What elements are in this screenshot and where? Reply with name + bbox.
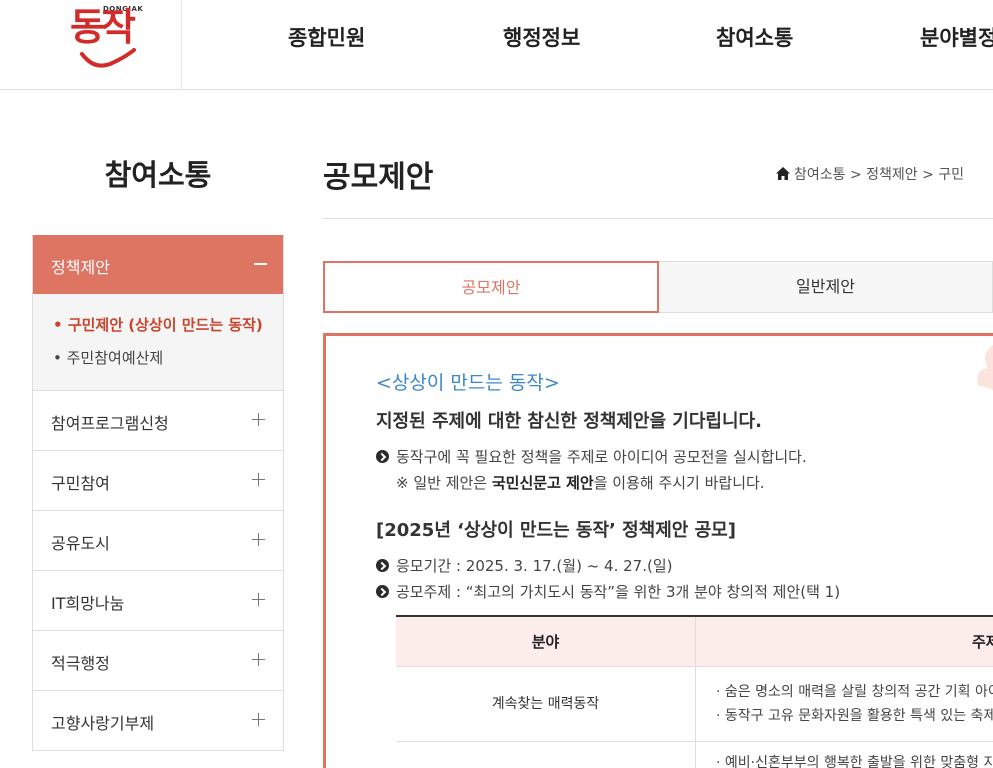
sidebar-title: 참여소통: [104, 158, 212, 192]
tab-general-proposal[interactable]: 일반제안: [659, 261, 993, 313]
table-row: · 예비·신혼부부의 행복한 출발을 위한 맞춤형 지원: [396, 742, 993, 768]
page-title: 공모제안: [323, 160, 434, 195]
tab-contest-proposal[interactable]: 공모제안: [323, 261, 659, 313]
sidebar-item-label: IT희망나눔: [51, 594, 125, 613]
sidebar-submenu: • 구민제안 (상상이 만드는 동작) • 주민참여예산제: [33, 294, 283, 391]
expand-icon: [252, 593, 265, 606]
chevron-circle-icon: [376, 585, 389, 598]
table-header-cell: 분야: [396, 617, 696, 667]
expand-icon: [252, 653, 265, 666]
collapse-icon: [254, 263, 267, 265]
decoration-graphic: [977, 345, 993, 390]
bullet-text: 응모기간 : 2025. 3. 17.(월) ~ 4. 27.(일): [396, 557, 673, 575]
table-cell-topic: · 숨은 명소의 매력을 살릴 창의적 공간 기획 아이디어 · 동작구 고유 …: [716, 680, 993, 728]
title-divider: [323, 218, 993, 219]
breadcrumb: 참여소통 > 정책제안 > 구민: [776, 164, 964, 184]
sidebar-menu: 정책제안 • 구민제안 (상상이 만드는 동작) • 주민참여예산제 참여프로그…: [32, 235, 284, 751]
logo-swoosh-icon: [80, 48, 136, 68]
submenu-label: 구민제안 (상상이 만드는 동작): [67, 316, 263, 334]
sidebar-item-program-application[interactable]: 참여프로그램신청: [33, 391, 283, 451]
table-cell-field: 계속찾는 매력동작: [396, 667, 696, 742]
submenu-item-resident-proposal[interactable]: • 구민제안 (상상이 만드는 동작): [53, 314, 263, 335]
sidebar-item-label: 공유도시: [51, 534, 110, 553]
sidebar-item-label: 정책제안: [51, 258, 110, 277]
bullet-text: 동작구에 꼭 필요한 정책을 주제로 아이디어 공모전을 실시합니다.: [396, 448, 807, 466]
nav-civil-service[interactable]: 종합민원: [288, 22, 365, 52]
sidebar-item-it-sharing[interactable]: IT희망나눔: [33, 571, 283, 631]
expand-icon: [252, 473, 265, 486]
sidebar-item-policy-proposal[interactable]: 정책제안: [33, 235, 283, 294]
sidebar-item-hometown-donation[interactable]: 고향사랑기부제: [33, 691, 283, 751]
contest-section-heading: [2025년 ‘상상이 만드는 동작’ 정책제안 공모]: [376, 520, 736, 541]
general-proposal-note: ※ 일반 제안은 국민신문고 제안을 이용해 주시기 바랍니다.: [396, 472, 765, 493]
sidebar-item-label: 적극행정: [51, 654, 110, 673]
expand-icon: [252, 533, 265, 546]
national-petition-link[interactable]: 국민신문고 제안: [492, 474, 594, 492]
logo-korean-text: 동작: [70, 5, 136, 49]
sidebar-item-label: 참여프로그램신청: [51, 414, 169, 433]
topic-line: · 숨은 명소의 매력을 살릴 창의적 공간 기획 아이디어: [716, 684, 993, 700]
bullet-item: 공모주제 : “최고의 가치도시 동작”을 위한 3개 분야 창의적 제안(택 …: [376, 581, 840, 602]
expand-icon: [252, 713, 265, 726]
breadcrumb-path: 참여소통 > 정책제안 > 구민: [794, 167, 965, 183]
chevron-circle-icon: [376, 559, 389, 572]
table-row: 계속찾는 매력동작 · 숨은 명소의 매력을 살릴 창의적 공간 기획 아이디어…: [396, 667, 993, 742]
table-header-cell: 주제: [972, 633, 993, 651]
home-icon[interactable]: [776, 167, 790, 180]
submenu-item-participatory-budget[interactable]: • 주민참여예산제: [53, 347, 163, 368]
bullet-text: 공모주제 : “최고의 가치도시 동작”을 위한 3개 분야 창의적 제안(택 …: [396, 583, 841, 601]
table-cell-topic: · 예비·신혼부부의 행복한 출발을 위한 맞춤형 지원: [716, 752, 993, 768]
logo[interactable]: DONGJAK 동작: [0, 0, 182, 89]
expand-icon: [252, 413, 265, 426]
contest-subtitle: <상상이 만드는 동작>: [376, 372, 560, 394]
topic-line: · 동작구 고유 문화자원을 활용한 특색 있는 축제: [716, 708, 993, 724]
sidebar-item-resident-participation[interactable]: 구민참여: [33, 451, 283, 511]
topic-line: · 예비·신혼부부의 행복한 출발을 위한 맞춤형 지원: [716, 755, 993, 768]
chevron-circle-icon: [376, 450, 389, 463]
note-prefix: ※ 일반 제안은: [396, 474, 492, 492]
contest-lead: 지정된 주제에 대한 참신한 정책제안을 기다립니다.: [376, 411, 762, 432]
note-suffix: 을 이용해 주시기 바랍니다.: [593, 474, 765, 492]
nav-participation[interactable]: 참여소통: [716, 22, 793, 52]
topic-table: 분야 주제 계속찾는 매력동작 · 숨은 명소의 매력을 살릴 창의적 공간 기…: [396, 615, 993, 768]
sidebar-item-label: 고향사랑기부제: [51, 714, 155, 733]
submenu-label: 주민참여예산제: [66, 349, 164, 367]
sidebar-item-proactive-admin[interactable]: 적극행정: [33, 631, 283, 691]
bullet-item: 동작구에 꼭 필요한 정책을 주제로 아이디어 공모전을 실시합니다.: [376, 446, 807, 467]
bullet-item: 응모기간 : 2025. 3. 17.(월) ~ 4. 27.(일): [376, 555, 672, 576]
nav-admin-info[interactable]: 행정정보: [503, 22, 580, 52]
site-header: DONGJAK 동작 종합민원 행정정보 참여소통 분야별정: [0, 0, 993, 90]
table-cell-field: [396, 742, 696, 768]
table-header: 분야 주제: [396, 617, 993, 667]
nav-by-field[interactable]: 분야별정: [920, 22, 993, 52]
sidebar-item-sharing-city[interactable]: 공유도시: [33, 511, 283, 571]
sidebar-item-label: 구민참여: [51, 474, 110, 493]
